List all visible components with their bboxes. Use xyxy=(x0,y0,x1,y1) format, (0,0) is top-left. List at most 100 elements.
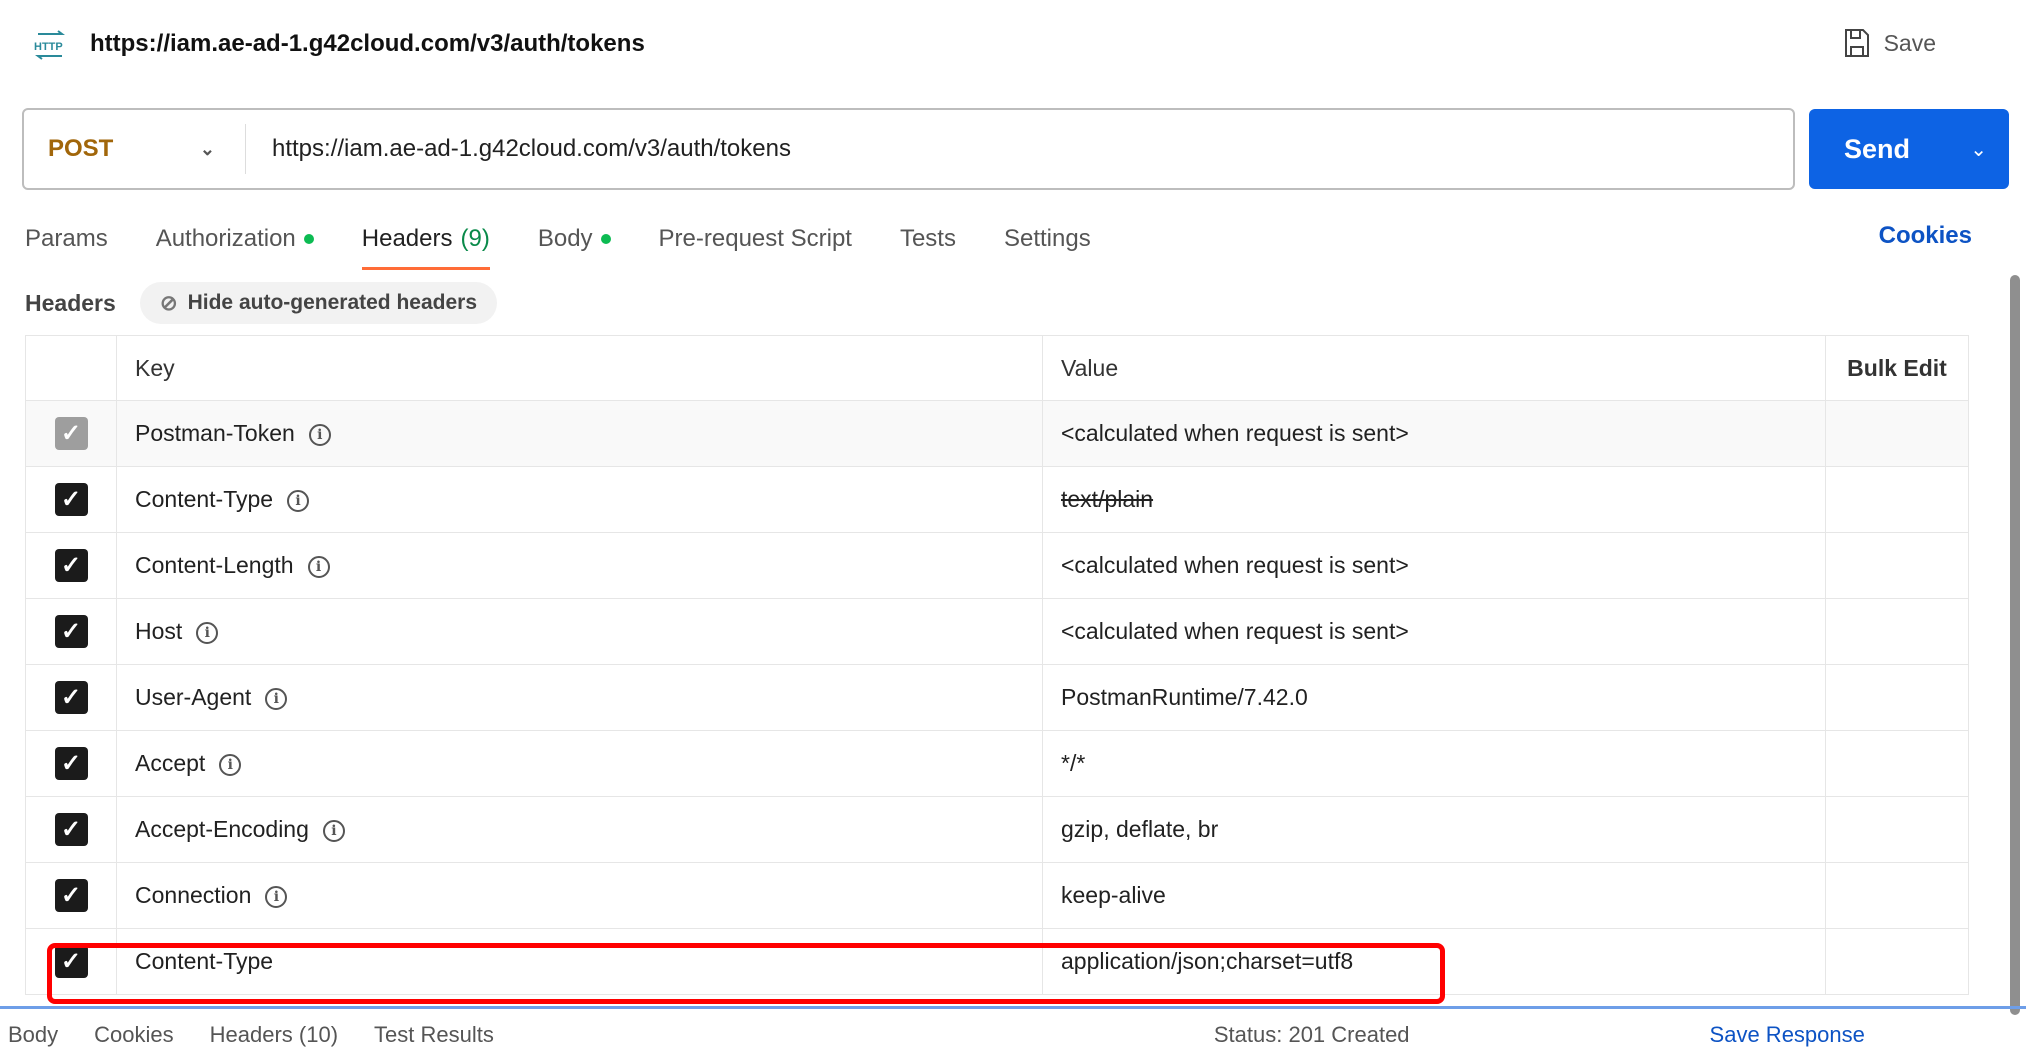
row-checkbox-cell: ✓ xyxy=(25,796,117,863)
header-value[interactable]: <calculated when request is sent> xyxy=(1042,400,1826,467)
table-row: ✓ Host i <calculated when request is sent… xyxy=(25,598,1969,665)
svg-text:HTTP: HTTP xyxy=(34,41,63,53)
tab-label: Settings xyxy=(1003,225,1091,252)
header-key[interactable]: Accept i xyxy=(116,730,1043,797)
value-text: keep-alive xyxy=(1061,882,1166,908)
response-status: Status: 201 Created xyxy=(1213,1022,1410,1047)
row-checkbox-cell: ✓ xyxy=(25,730,117,797)
info-icon[interactable]: i xyxy=(219,753,242,776)
checkbox[interactable]: ✓ xyxy=(54,813,88,846)
tab-label: Body xyxy=(537,225,593,252)
method-label: POST xyxy=(48,135,114,162)
scrollbar[interactable] xyxy=(2010,275,2020,1015)
status-dot xyxy=(600,234,611,244)
headers-table: Key Value Bulk Edit ✓ Postman-Token i <ca… xyxy=(25,335,1969,995)
tab-label: Tests xyxy=(899,225,956,252)
request-title[interactable]: https://iam.ae-ad-1.g42cloud.com/v3/auth… xyxy=(90,30,645,58)
header-value[interactable]: <calculated when request is sent> xyxy=(1042,532,1826,599)
header-value[interactable]: <calculated when request is sent> xyxy=(1042,598,1826,665)
value-text: text/plain xyxy=(1061,486,1154,512)
save-button[interactable]: Save xyxy=(1844,28,1936,58)
info-icon[interactable]: i xyxy=(322,819,345,842)
key-text: Host xyxy=(135,618,183,644)
table-row: ✓ User-Agent i PostmanRuntime/7.42.0 xyxy=(25,664,1969,731)
url-bar: POST ⌄ https://iam.ae-ad-1.g42cloud.com/v… xyxy=(22,108,1795,190)
header-key[interactable]: Content-Length i xyxy=(116,532,1043,599)
tab-label: Headers xyxy=(361,225,453,252)
row-actions xyxy=(1825,796,1969,863)
value-text: <calculated when request is sent> xyxy=(1061,552,1409,578)
send-label: Send xyxy=(1844,133,1911,164)
value-text: <calculated when request is sent> xyxy=(1061,420,1409,446)
header-key[interactable]: Host i xyxy=(116,598,1043,665)
row-actions xyxy=(1825,598,1969,665)
tab-authorization[interactable]: Authorization xyxy=(156,222,314,256)
checkbox[interactable]: ✓ xyxy=(54,549,88,582)
table-row: ✓ Accept-Encoding i gzip, deflate, br xyxy=(25,796,1969,863)
info-icon[interactable]: i xyxy=(265,687,288,710)
highlight-box xyxy=(47,943,1445,1004)
chevron-down-icon[interactable]: ⌄ xyxy=(1970,137,1987,162)
row-actions xyxy=(1825,730,1969,797)
info-icon[interactable]: i xyxy=(307,555,330,578)
cookies-link[interactable]: Cookies xyxy=(1879,222,1972,250)
tab-headers[interactable]: Headers (9) xyxy=(361,222,490,270)
tab-body[interactable]: Body xyxy=(538,222,611,256)
checkbox[interactable]: ✓ xyxy=(54,879,88,912)
send-button[interactable]: Send ⌄ xyxy=(1809,109,2009,189)
row-checkbox-cell: ✓ xyxy=(25,400,117,467)
save-label: Save xyxy=(1883,29,1936,56)
row-checkbox-cell: ✓ xyxy=(25,466,117,533)
table-row: ✓ Connection i keep-alive xyxy=(25,862,1969,929)
info-icon[interactable]: i xyxy=(308,423,331,446)
tab-pre-request-script[interactable]: Pre-request Script xyxy=(659,222,852,256)
tab-label: Pre-request Script xyxy=(658,225,852,252)
checkbox[interactable]: ✓ xyxy=(54,681,88,714)
header-value[interactable]: keep-alive xyxy=(1042,862,1826,929)
method-select[interactable]: POST ⌄ xyxy=(24,124,246,174)
header-value[interactable]: text/plain xyxy=(1042,466,1826,533)
save-response-button[interactable]: Save Response xyxy=(1710,1022,1865,1048)
tab-tests[interactable]: Tests xyxy=(900,222,956,256)
header-key[interactable]: Content-Type i xyxy=(116,466,1043,533)
row-actions xyxy=(1825,400,1969,467)
header-key[interactable]: Connection i xyxy=(116,862,1043,929)
header-key[interactable]: Accept-Encoding i xyxy=(116,796,1043,863)
header-key[interactable]: Postman-Token i xyxy=(116,400,1043,467)
row-actions xyxy=(1825,532,1969,599)
hide-auto-generated-button[interactable]: ⊘ Hide auto-generated headers xyxy=(140,282,498,324)
response-tab-headers[interactable]: Headers (10) xyxy=(210,1022,338,1048)
tab-settings[interactable]: Settings xyxy=(1004,222,1091,256)
divider xyxy=(0,1006,2026,1009)
info-icon[interactable]: i xyxy=(265,885,288,908)
bulk-edit-button[interactable]: Bulk Edit xyxy=(1825,335,1969,401)
row-actions xyxy=(1825,862,1969,929)
response-tab-test-results[interactable]: Test Results xyxy=(374,1022,494,1048)
table-row: ✓ Accept i */* xyxy=(25,730,1969,797)
checkbox[interactable]: ✓ xyxy=(54,615,88,648)
checkbox[interactable]: ✓ xyxy=(54,483,88,516)
info-icon[interactable]: i xyxy=(287,489,310,512)
response-bar: Body Cookies Headers (10) Test Results S… xyxy=(0,1022,2026,1048)
header-key[interactable]: User-Agent i xyxy=(116,664,1043,731)
checkbox: ✓ xyxy=(54,417,88,450)
header-value[interactable]: PostmanRuntime/7.42.0 xyxy=(1042,664,1826,731)
header-value[interactable]: gzip, deflate, br xyxy=(1042,796,1826,863)
key-text: Accept xyxy=(135,750,206,776)
response-tab-body[interactable]: Body xyxy=(8,1022,58,1048)
key-text: Content-Type xyxy=(135,486,274,512)
checkbox[interactable]: ✓ xyxy=(54,747,88,780)
row-actions xyxy=(1825,928,1969,995)
response-tab-cookies[interactable]: Cookies xyxy=(94,1022,173,1048)
row-checkbox-cell: ✓ xyxy=(25,598,117,665)
save-icon xyxy=(1844,29,1869,57)
key-text: Accept-Encoding xyxy=(135,816,309,842)
info-icon[interactable]: i xyxy=(196,621,219,644)
tab-params[interactable]: Params xyxy=(25,222,108,256)
headers-label: Headers xyxy=(25,290,116,316)
chevron-down-icon: ⌄ xyxy=(199,138,215,159)
url-input[interactable]: https://iam.ae-ad-1.g42cloud.com/v3/auth… xyxy=(246,135,791,163)
header-value[interactable]: */* xyxy=(1042,730,1826,797)
table-header: Key Value Bulk Edit xyxy=(25,335,1969,401)
checkbox-column xyxy=(25,335,117,401)
